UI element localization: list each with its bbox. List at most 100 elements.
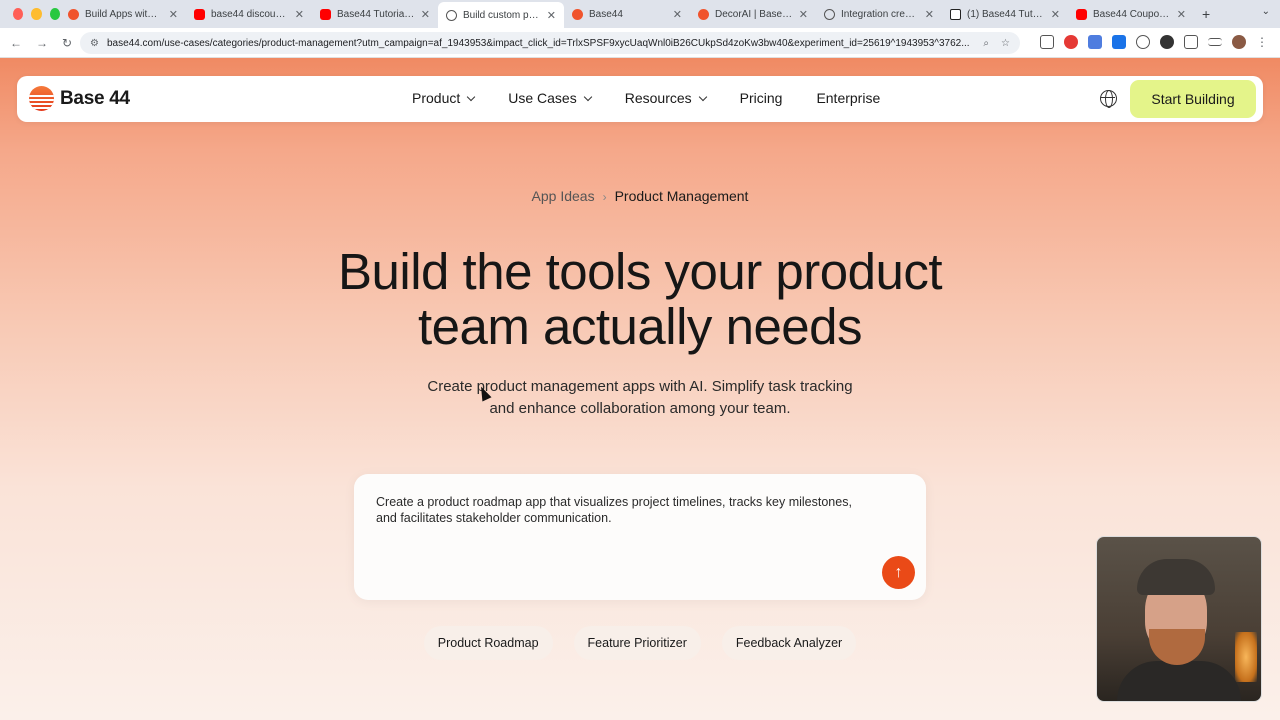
globe-icon: [446, 9, 457, 21]
browser-tab-bar: Build Apps with AI in ✕ base44 discount -…: [0, 0, 1280, 28]
start-building-button[interactable]: Start Building: [1130, 80, 1256, 118]
headline-line-2: team actually needs: [417, 298, 863, 355]
puzzle-icon[interactable]: [1184, 35, 1198, 49]
nav-item-product[interactable]: Product: [412, 90, 476, 106]
back-icon[interactable]: ←: [10, 36, 22, 50]
minimize-window-button[interactable]: [31, 8, 42, 20]
base44-logo-icon: [29, 86, 54, 111]
maximize-window-button[interactable]: [49, 8, 60, 20]
site-header: Base 44 Product Use Cases Resources Pric…: [17, 76, 1263, 122]
screenshot-icon[interactable]: [1040, 35, 1054, 49]
dark-extension-icon[interactable]: [1160, 35, 1174, 49]
nav-item-use-cases[interactable]: Use Cases: [508, 90, 592, 106]
profile-avatar[interactable]: [1232, 35, 1246, 49]
chevron-down-icon: [583, 92, 592, 101]
close-tab-icon[interactable]: ✕: [1051, 8, 1060, 21]
nav-item-enterprise[interactable]: Enterprise: [816, 90, 880, 106]
nav-item-label: Use Cases: [508, 90, 577, 106]
notion-icon: [950, 8, 961, 20]
close-tab-icon[interactable]: ✕: [799, 8, 808, 21]
prompt-text[interactable]: Create a product roadmap app that visual…: [376, 494, 876, 526]
presenter-beard: [1149, 629, 1205, 665]
breadcrumb-app-ideas[interactable]: App Ideas: [532, 188, 595, 204]
youtube-icon: [1076, 8, 1087, 20]
site-info-icon[interactable]: ⚙: [90, 38, 99, 49]
tab-title: base44 discount - Yo: [211, 8, 289, 20]
browser-tab[interactable]: Base44 ✕: [564, 2, 690, 26]
extensions-area: ⋮: [1040, 35, 1268, 49]
arrow-up-icon: ↑: [894, 563, 903, 581]
browser-toolbar: ← → ↻ ⚙ base44.com/use-cases/categories/…: [0, 28, 1280, 58]
extension-circle-icon[interactable]: [1136, 35, 1150, 49]
presenter-cap: [1137, 559, 1215, 595]
chevron-down-icon: [467, 92, 476, 101]
kebab-menu-icon[interactable]: ⋮: [1256, 35, 1268, 49]
browser-tab[interactable]: Base44 Tutorial – Ho ✕: [312, 2, 438, 26]
lamp: [1235, 632, 1257, 682]
breadcrumb-current: Product Management: [614, 188, 749, 204]
nav-item-resources[interactable]: Resources: [624, 90, 707, 106]
tag-extension-icon[interactable]: [1088, 35, 1102, 49]
chip-feature-prioritizer[interactable]: Feature Prioritizer: [573, 626, 701, 660]
close-tab-icon[interactable]: ✕: [673, 8, 682, 21]
zoom-icon[interactable]: ⌕: [983, 38, 989, 49]
presenter-body: [1117, 661, 1241, 701]
close-tab-icon[interactable]: ✕: [169, 8, 178, 21]
browser-tab[interactable]: DecorAI | Base44 ✕: [690, 2, 816, 26]
browser-tab[interactable]: Integration credits in ✕: [816, 2, 942, 26]
tab-search-icon[interactable]: ⌄: [1262, 6, 1270, 17]
tab-title: Base44: [589, 8, 623, 20]
page-title: Build the tools your product team actual…: [240, 244, 1040, 354]
reading-list-icon[interactable]: [1208, 38, 1222, 46]
nav-item-pricing[interactable]: Pricing: [740, 90, 783, 106]
chip-product-roadmap[interactable]: Product Roadmap: [423, 626, 553, 660]
tab-title: Integration credits in: [841, 8, 919, 20]
subtitle-line-1: Create product management apps with AI. …: [427, 378, 853, 395]
prompt-input[interactable]: Create a product roadmap app that visual…: [354, 474, 926, 600]
tab-title: DecorAI | Base44: [715, 8, 793, 20]
breadcrumb: App Ideas › Product Management: [0, 188, 1280, 204]
browser-tab-active[interactable]: Build custom produc ✕: [438, 2, 564, 28]
window-controls: [0, 8, 60, 20]
reload-icon[interactable]: ↻: [62, 36, 72, 50]
page-subtitle: Create product management apps with AI. …: [390, 376, 890, 420]
send-button[interactable]: ↑: [882, 556, 915, 589]
brand[interactable]: Base 44: [29, 86, 130, 111]
translate-icon[interactable]: [1112, 35, 1126, 49]
main-nav: Product Use Cases Resources Pricing Ente…: [412, 90, 880, 106]
browser-tab[interactable]: Build Apps with AI in ✕: [60, 2, 186, 26]
brand-name: Base 44: [60, 87, 130, 109]
url-text[interactable]: base44.com/use-cases/categories/product-…: [107, 38, 973, 49]
close-window-button[interactable]: [13, 8, 24, 20]
tab-title: Base44 Coupon Cod: [1093, 8, 1171, 20]
chip-feedback-analyzer[interactable]: Feedback Analyzer: [721, 626, 857, 660]
youtube-icon: [194, 8, 205, 20]
close-tab-icon[interactable]: ✕: [925, 8, 934, 21]
tab-strip: Build Apps with AI in ✕ base44 discount -…: [60, 0, 1210, 28]
bookmark-star-icon[interactable]: ☆: [1001, 38, 1010, 49]
tab-title: Build Apps with AI in: [85, 8, 163, 20]
tab-title: Build custom produc: [463, 9, 541, 21]
adblock-icon[interactable]: [1064, 35, 1078, 49]
base44-logo-icon: [698, 8, 709, 20]
address-bar[interactable]: ⚙ base44.com/use-cases/categories/produc…: [80, 32, 1020, 54]
close-tab-icon[interactable]: ✕: [295, 8, 304, 21]
close-tab-icon[interactable]: ✕: [1177, 8, 1186, 21]
browser-tab[interactable]: Base44 Coupon Cod ✕: [1068, 2, 1194, 26]
tab-title: (1) Base44 Tutorial: [967, 8, 1045, 20]
nav-item-label: Resources: [624, 90, 692, 106]
new-tab-button[interactable]: +: [1202, 6, 1210, 22]
subtitle-line-2: and enhance collaboration among your tea…: [489, 400, 791, 417]
close-tab-icon[interactable]: ✕: [547, 9, 556, 22]
forward-icon[interactable]: →: [36, 36, 48, 50]
suggestion-chips: Product Roadmap Feature Prioritizer Feed…: [0, 626, 1280, 660]
browser-tab[interactable]: (1) Base44 Tutorial ✕: [942, 2, 1068, 26]
base44-logo-icon: [68, 8, 79, 20]
language-globe-icon[interactable]: [1100, 90, 1117, 108]
browser-tab[interactable]: base44 discount - Yo ✕: [186, 2, 312, 26]
close-tab-icon[interactable]: ✕: [421, 8, 430, 21]
page-content: Base 44 Product Use Cases Resources Pric…: [0, 58, 1280, 720]
nav-item-label: Enterprise: [816, 90, 881, 106]
base44-logo-icon: [572, 8, 583, 20]
nav-item-label: Pricing: [739, 90, 783, 106]
